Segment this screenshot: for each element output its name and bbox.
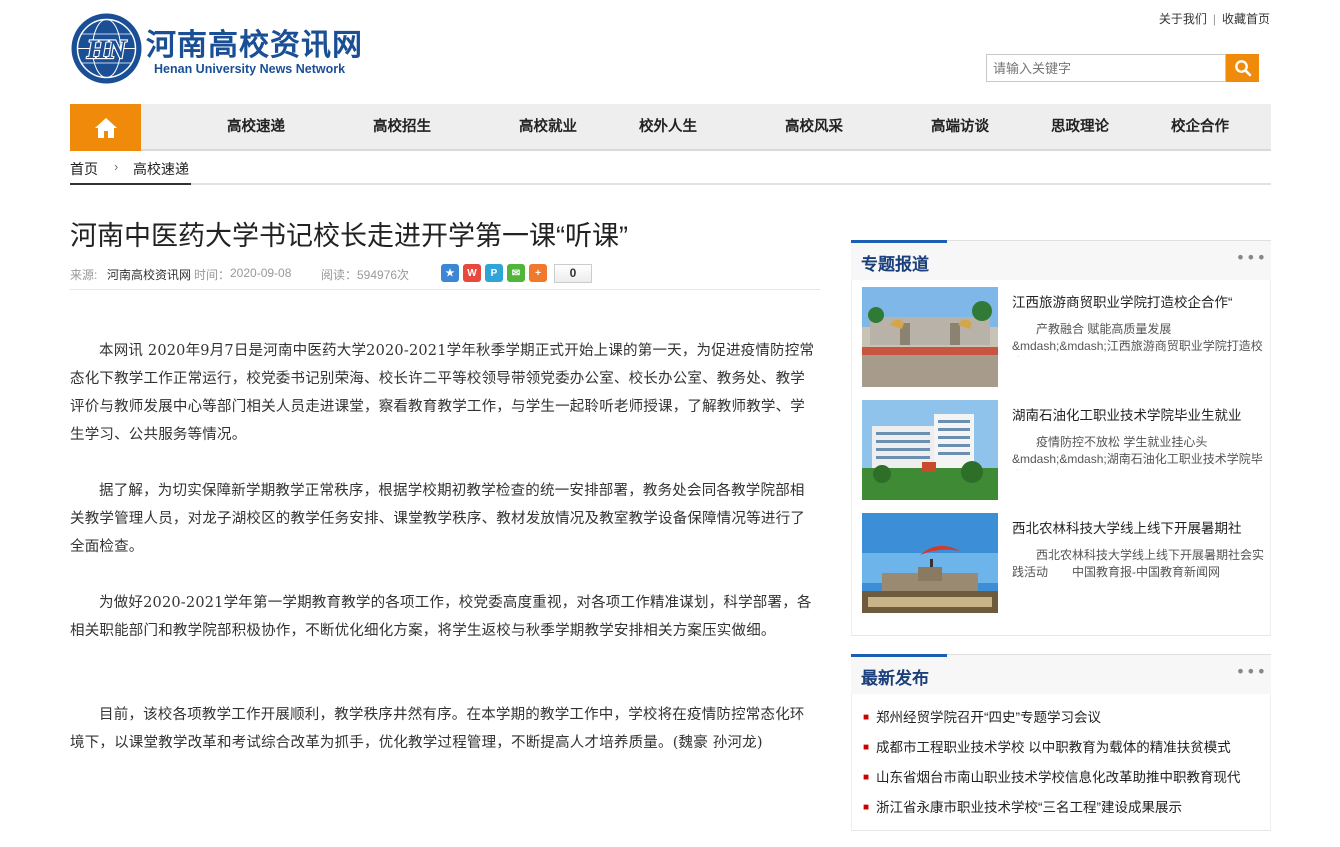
latest-item-title: 郑州经贸学院召开“四史”专题学习会议 (876, 710, 1102, 725)
special-reports-header: 专题报道 ••• (851, 240, 1271, 280)
source-label: 来源: (70, 268, 98, 282)
feature-summary: 产教融合 赋能高质量发展 &mdash;&mdash;江西旅游商贸职业学院打造校… (1012, 322, 1263, 357)
feature-item[interactable]: 江西旅游商贸职业学院打造校企合作“ 产教融合 赋能高质量发展 &mdash;&m… (862, 287, 1263, 387)
special-reports-title: 专题报道 (861, 255, 929, 274)
feature-title[interactable]: 西北农林科技大学线上线下开展暑期社 (1012, 517, 1262, 537)
more-icon[interactable]: ••• (1236, 248, 1267, 267)
feature-thumbnail[interactable] (862, 287, 998, 387)
latest-item[interactable]: ■ 郑州经贸学院召开“四史”专题学习会议 (863, 706, 1101, 726)
source-name[interactable]: 河南高校资讯网 (107, 266, 191, 283)
feature-thumbnail[interactable] (862, 513, 998, 613)
nav-item-gaoxiao-zhaosheng[interactable]: 高校招生 (373, 104, 431, 151)
search-button[interactable] (1226, 54, 1259, 82)
article-paragraph: 目前，该校各项教学工作开展顺利，教学秩序井然有序。在本学期的教学工作中，学校将在… (70, 707, 805, 751)
latest-item[interactable]: ■ 山东省烟台市南山职业技术学校信息化改革助推中职教育现代 (863, 766, 1241, 786)
time-label: 时间： (194, 268, 231, 282)
chevron-right-icon: › (114, 159, 119, 174)
weibo-share-icon[interactable]: W (463, 264, 481, 282)
latest-item-title: 山东省烟台市南山职业技术学校信息化改革助推中职教育现代 (876, 770, 1241, 785)
bullet-icon: ■ (863, 742, 870, 753)
nav-home[interactable] (70, 104, 141, 151)
article-meta: 来源: 河南高校资讯网 时间： 2020-09-08 阅读： 594976次 ★… (70, 264, 820, 290)
site-logo[interactable]: HN 河南高校资讯网 Henan University News Network (70, 12, 370, 86)
nav-item-gaoxiao-fengcai[interactable]: 高校风采 (785, 104, 843, 151)
feature-thumbnail[interactable] (862, 400, 998, 500)
breadcrumb: 首页 › 高校速递 (70, 152, 1271, 185)
feature-summary: 疫情防控不放松 学生就业挂心头 &mdash;&mdash;湖南石油化工职业技术… (1012, 435, 1263, 470)
latest-title: 最新发布 (861, 669, 929, 688)
reads-label: 阅读： (321, 268, 358, 282)
feature-item[interactable]: 湖南石油化工职业技术学院毕业生就业 疫情防控不放松 学生就业挂心头 &mdash… (862, 400, 1263, 500)
toplink-separator: | (1212, 12, 1216, 26)
more-icon[interactable]: ••• (1236, 662, 1267, 681)
home-icon (94, 117, 117, 138)
latest-item-title: 成都市工程职业技术学校 以中职教育为载体的精准扶贫模式 (876, 740, 1231, 755)
search-input[interactable] (986, 54, 1226, 82)
qzone-share-icon[interactable]: ★ (441, 264, 459, 282)
article-paragraph: 本网讯 2020年9月7日是河南中医药大学2020-2021学年秋季学期正式开始… (70, 343, 815, 443)
share-count: 0 (554, 264, 592, 283)
read-count: 594976次 (357, 268, 410, 282)
search-bar (986, 54, 1260, 82)
publish-time: 2020-09-08 (230, 266, 292, 280)
latest-item[interactable]: ■ 浙江省永康市职业技术学校“三名工程”建设成果展示 (863, 796, 1182, 816)
breadcrumb-underline (70, 183, 191, 185)
top-links: 关于我们 | 收藏首页 (1159, 10, 1270, 27)
emblem-icon: HN (71, 13, 142, 84)
bullet-icon: ■ (863, 712, 870, 723)
nav-item-gaoxiao-jiuye[interactable]: 高校就业 (519, 104, 577, 151)
article-paragraph: 据了解，为切实保障新学期教学正常秩序，根据学校期初教学检查的统一安排部署，教务处… (70, 483, 805, 555)
site-name-en: Henan University News Network (154, 62, 346, 76)
share-bar: ★ W P ✉ + (441, 264, 547, 282)
tencent-weibo-share-icon[interactable]: P (485, 264, 503, 282)
bullet-icon: ■ (863, 772, 870, 783)
feature-title[interactable]: 江西旅游商贸职业学院打造校企合作“ (1012, 291, 1262, 311)
site-name-cn: 河南高校资讯网 (146, 28, 363, 63)
feature-summary: 西北农林科技大学线上线下开展暑期社会实践活动 中国教育报-中国教育新闻网 (1012, 548, 1264, 579)
nav-item-xiaowai-rensheng[interactable]: 校外人生 (639, 104, 697, 151)
breadcrumb-home[interactable]: 首页 (70, 159, 98, 179)
tab-indicator (851, 240, 947, 243)
tab-indicator (851, 654, 947, 657)
breadcrumb-current[interactable]: 高校速递 (133, 159, 189, 179)
bullet-icon: ■ (863, 802, 870, 813)
svg-text:HN: HN (86, 35, 127, 64)
nav-item-xiaoqi-hezuo[interactable]: 校企合作 (1171, 104, 1229, 151)
main-nav: 高校速递 高校招生 高校就业 校外人生 高校风采 高端访谈 思政理论 校企合作 (70, 104, 1271, 151)
feature-item[interactable]: 西北农林科技大学线上线下开展暑期社 西北农林科技大学线上线下开展暑期社会实践活动… (862, 513, 1264, 613)
special-reports-list: 江西旅游商贸职业学院打造校企合作“ 产教融合 赋能高质量发展 &mdash;&m… (851, 280, 1271, 636)
search-icon (1234, 60, 1251, 77)
nav-item-sizheng-lilun[interactable]: 思政理论 (1051, 104, 1109, 151)
article-title: 河南中医药大学书记校长走进开学第一课“听课” (70, 221, 628, 251)
nav-item-gaoxiao-sudi[interactable]: 高校速递 (227, 104, 285, 151)
feature-title[interactable]: 湖南石油化工职业技术学院毕业生就业 (1012, 404, 1262, 424)
article-paragraph: 为做好2020-2021学年第一学期教育教学的各项工作，校党委高度重视，对各项工… (70, 595, 812, 639)
latest-item[interactable]: ■ 成都市工程职业技术学校 以中职教育为载体的精准扶贫模式 (863, 736, 1231, 756)
latest-header: 最新发布 ••• (851, 654, 1271, 694)
favorite-link[interactable]: 收藏首页 (1222, 12, 1270, 26)
latest-item-title: 浙江省永康市职业技术学校“三名工程”建设成果展示 (876, 800, 1183, 815)
wechat-share-icon[interactable]: ✉ (507, 264, 525, 282)
more-share-icon[interactable]: + (529, 264, 547, 282)
nav-item-gaoduan-fangtan[interactable]: 高端访谈 (931, 104, 989, 151)
about-link[interactable]: 关于我们 (1159, 12, 1207, 26)
